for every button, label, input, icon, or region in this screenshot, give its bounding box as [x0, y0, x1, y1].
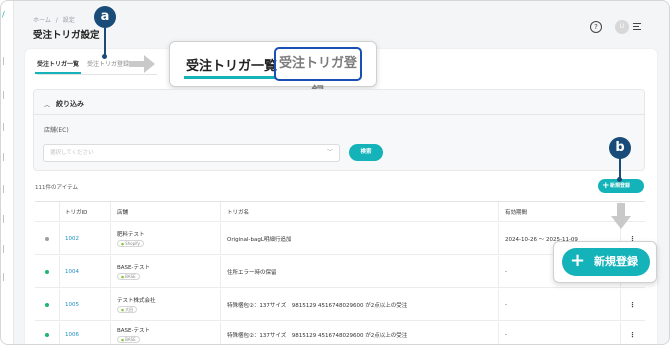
- rail-item-stock[interactable]: [3, 153, 11, 161]
- status-dot: [45, 236, 49, 241]
- rail-item-reports[interactable]: [3, 215, 11, 223]
- valid-period: -: [505, 301, 507, 308]
- tab-trigger-register[interactable]: 受注トリガ登録: [87, 59, 129, 68]
- table-row[interactable]: 1005 テスト株式会社 大田 特殊梱包②：137サイズ 9815129 451…: [35, 289, 645, 321]
- valid-period: -: [505, 331, 507, 338]
- trigger-table: トリガID 店舗 トリガ名 有効期間 1002 肥料テスト Shopify Or…: [35, 201, 645, 344]
- zoomed-new-register-button: + 新規登録: [562, 248, 650, 276]
- table-header-row: トリガID 店舗 トリガ名 有効期間: [35, 202, 645, 222]
- plus-icon: +: [570, 250, 586, 271]
- status-dot: [45, 332, 49, 337]
- annotation-pointer-b: [617, 158, 622, 182]
- zoomed-tab-underline: [184, 76, 276, 79]
- item-count: 111件のアイテム: [35, 185, 78, 191]
- store-cell: 肥料テスト Shopify: [117, 223, 145, 254]
- more-options-icon[interactable]: ⋮: [629, 322, 636, 344]
- store-name: テスト株式会社: [117, 298, 156, 304]
- trigger-name: 特殊梱包②：137サイズ 9815129 4516748029600 が2点以上…: [227, 332, 408, 339]
- zoomed-tab-trigger-register: 受注トリガ登録: [274, 47, 362, 100]
- platform-chip: 大田: [117, 306, 138, 313]
- rail-item-orders[interactable]: [3, 91, 11, 99]
- rail-item-products[interactable]: [3, 185, 11, 193]
- help-icon[interactable]: ?: [590, 21, 602, 33]
- filter-divider: [34, 114, 644, 115]
- rail-item-settings[interactable]: [3, 245, 11, 253]
- store-name: BASE-テスト: [117, 265, 150, 271]
- filter-title[interactable]: 絞り込み: [56, 99, 84, 109]
- trigger-id-link[interactable]: 1005: [65, 289, 79, 320]
- annotation-pointer-a: [102, 27, 107, 59]
- trigger-name: 住所エラー時の保留: [227, 269, 277, 276]
- zoomed-new-button-callout: + 新規登録: [553, 241, 657, 283]
- col-header-name: トリガ名: [227, 209, 250, 216]
- chevron-down-icon: ﹀: [326, 149, 333, 156]
- rail-item-home[interactable]: [3, 57, 11, 65]
- menu-icon[interactable]: [633, 23, 641, 31]
- arrow-right-icon: [129, 55, 155, 73]
- rail-item-more[interactable]: [3, 273, 11, 281]
- zoomed-new-register-label: 新規登録: [594, 255, 638, 268]
- store-name: 肥料テスト: [117, 232, 145, 238]
- store-name: BASE-テスト: [117, 328, 150, 334]
- logo-icon: /: [2, 10, 5, 19]
- tab-divider: [37, 74, 157, 75]
- breadcrumb-current: 設定: [62, 17, 75, 24]
- status-dot: [45, 269, 49, 274]
- col-header-store: 店舗: [117, 209, 129, 216]
- trigger-name: 特殊梱包②：137サイズ 9815129 4516748029600 が2点以上…: [227, 302, 408, 309]
- side-rail: /: [1, 1, 14, 344]
- trigger-name: Original-bagL明細行追加: [227, 236, 292, 243]
- zoomed-tab-callout: 受注トリガ一覧 受注トリガ登録: [169, 41, 377, 100]
- store-cell: BASE-テスト BASE: [117, 322, 150, 344]
- platform-chip: BASE: [117, 336, 140, 343]
- new-register-label: 新規登録: [610, 183, 631, 189]
- trigger-id-link[interactable]: 1004: [65, 256, 79, 287]
- more-options-icon[interactable]: ⋮: [629, 289, 636, 320]
- table-row[interactable]: 1006 BASE-テスト BASE 特殊梱包②：137サイズ 9815129 …: [35, 322, 645, 344]
- annotation-badge-a: a: [94, 6, 116, 28]
- app-window: / ホーム / 設定 受注トリガ設定 ? U 受注トリガ一覧 受注トリガ登録 a…: [0, 0, 670, 345]
- valid-period: -: [505, 268, 507, 275]
- arrow-down-icon: [611, 203, 631, 229]
- tab-trigger-list[interactable]: 受注トリガ一覧: [34, 59, 82, 74]
- trigger-id-link[interactable]: 1006: [65, 322, 79, 344]
- breadcrumb: ホーム / 設定: [33, 17, 75, 24]
- user-avatar[interactable]: U: [615, 20, 629, 34]
- plus-icon: +: [602, 181, 610, 191]
- store-cell: テスト株式会社 大田: [117, 289, 156, 320]
- store-select-placeholder: 選択してください: [50, 150, 94, 156]
- filter-panel: ︿ 絞り込み 店舗(EC) 選択してください ﹀ 検索: [33, 89, 645, 171]
- rail-item-shipping[interactable]: [3, 123, 11, 131]
- store-cell: BASE-テスト BASE: [117, 256, 150, 287]
- store-label: 店舗(EC): [44, 127, 69, 134]
- trigger-id-link[interactable]: 1002: [65, 223, 79, 254]
- breadcrumb-home[interactable]: ホーム: [33, 17, 51, 24]
- annotation-badge-b: b: [609, 137, 631, 159]
- store-select[interactable]: 選択してください ﹀: [43, 144, 340, 162]
- search-button[interactable]: 検索: [349, 144, 383, 161]
- col-header-id[interactable]: トリガID: [65, 202, 87, 221]
- page-title: 受注トリガ設定: [33, 30, 100, 41]
- zoomed-tab-trigger-list: 受注トリガ一覧: [186, 59, 278, 74]
- platform-chip: Shopify: [117, 240, 144, 247]
- status-dot: [45, 302, 49, 307]
- col-header-period: 有効期間: [505, 209, 528, 216]
- platform-chip: BASE: [117, 273, 140, 280]
- chevron-up-icon[interactable]: ︿: [44, 100, 50, 109]
